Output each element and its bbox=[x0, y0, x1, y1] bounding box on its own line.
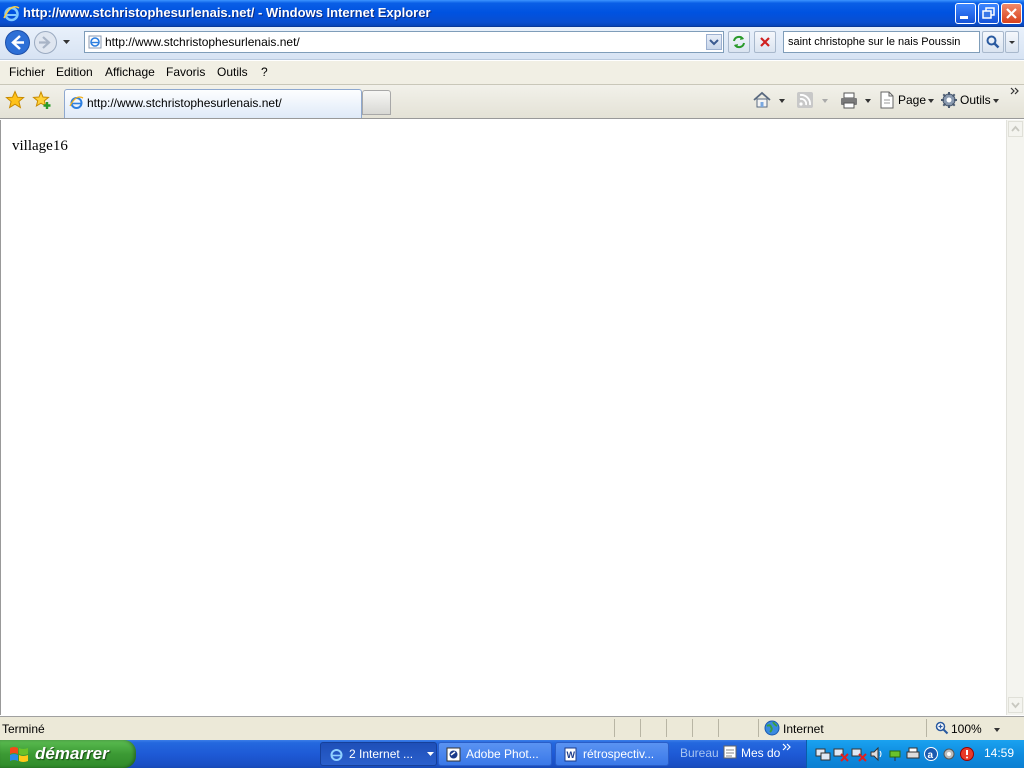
favorites-center-star-icon[interactable] bbox=[5, 90, 25, 110]
add-favorite-icon[interactable] bbox=[32, 90, 52, 110]
network-disconnected-icon[interactable] bbox=[851, 746, 867, 762]
new-tab-button[interactable] bbox=[362, 90, 391, 115]
address-url[interactable]: http://www.stchristophesurlenais.net/ bbox=[105, 35, 300, 49]
forward-button[interactable] bbox=[33, 30, 58, 55]
restore-button[interactable] bbox=[978, 3, 999, 24]
menu-edit[interactable]: Edition bbox=[56, 65, 93, 79]
status-divider bbox=[640, 719, 641, 737]
more-chevron-icon[interactable] bbox=[1010, 86, 1020, 96]
toolbar-overflow-chevron-icon[interactable] bbox=[782, 743, 792, 751]
tab-ie-icon bbox=[69, 95, 84, 110]
taskbar-button-label: 2 Internet ... bbox=[349, 747, 414, 761]
internet-zone-globe-icon bbox=[764, 720, 780, 736]
taskbar-button-label: Adobe Phot... bbox=[466, 747, 539, 761]
page-menu-label[interactable]: Page bbox=[898, 93, 926, 107]
network-disconnected-icon[interactable] bbox=[833, 746, 849, 762]
svg-text:a: a bbox=[928, 750, 934, 761]
home-dropdown-icon[interactable] bbox=[778, 98, 786, 104]
status-divider bbox=[758, 719, 759, 737]
zone-label: Internet bbox=[783, 722, 824, 736]
print-dropdown-icon[interactable] bbox=[864, 98, 872, 104]
tools-gear-icon[interactable] bbox=[940, 91, 958, 109]
word-document-icon: W bbox=[563, 747, 578, 762]
title-bar[interactable]: http://www.stchristophesurlenais.net/ - … bbox=[0, 0, 1024, 27]
vertical-scrollbar[interactable] bbox=[1006, 120, 1024, 715]
taskbar-button-internet-explorer[interactable]: 2 Internet ... bbox=[320, 742, 437, 766]
alert-tray-icon[interactable] bbox=[959, 746, 975, 762]
print-icon[interactable] bbox=[839, 90, 859, 110]
close-button[interactable] bbox=[1001, 3, 1022, 24]
address-bar[interactable]: http://www.stchristophesurlenais.net/ bbox=[84, 31, 724, 53]
zoom-level[interactable]: 100% bbox=[951, 722, 982, 736]
page-icon bbox=[88, 35, 102, 49]
safely-remove-hardware-icon[interactable] bbox=[887, 746, 903, 762]
page-dropdown-icon[interactable] bbox=[927, 98, 935, 104]
menu-tools[interactable]: Outils bbox=[217, 65, 248, 79]
scroll-up-button[interactable] bbox=[1008, 121, 1023, 137]
status-divider bbox=[614, 719, 615, 737]
status-divider bbox=[926, 719, 927, 737]
start-button[interactable]: démarrer bbox=[0, 740, 136, 768]
search-query[interactable]: saint christophe sur le nais Poussin bbox=[788, 36, 960, 48]
tab-active[interactable]: http://www.stchristophesurlenais.net/ bbox=[64, 89, 362, 118]
svg-text:W: W bbox=[567, 750, 576, 760]
page-menu-icon[interactable] bbox=[878, 90, 896, 110]
my-documents-link[interactable]: Mes do bbox=[741, 746, 780, 760]
taskbar-button-word-document[interactable]: W rétrospectiv... bbox=[555, 742, 669, 766]
photoshop-icon bbox=[446, 747, 461, 762]
menu-view[interactable]: Affichage bbox=[105, 65, 155, 79]
scroll-down-button[interactable] bbox=[1008, 697, 1023, 713]
zoom-dropdown-icon[interactable] bbox=[993, 727, 1001, 733]
my-documents-icon bbox=[722, 744, 738, 760]
minimize-button[interactable] bbox=[955, 3, 976, 24]
page-content bbox=[0, 120, 1006, 715]
status-divider bbox=[692, 719, 693, 737]
stop-button[interactable] bbox=[754, 31, 776, 53]
menu-bar: Fichier Edition Affichage Favoris Outils… bbox=[0, 61, 1024, 85]
status-text: Terminé bbox=[2, 722, 45, 736]
clock: 14:59 bbox=[984, 746, 1015, 760]
window-title: http://www.stchristophesurlenais.net/ - … bbox=[23, 5, 431, 20]
refresh-button[interactable] bbox=[728, 31, 750, 53]
taskbar-button-adobe-photoshop[interactable]: Adobe Phot... bbox=[438, 742, 552, 766]
ie-icon bbox=[329, 747, 344, 762]
status-divider bbox=[718, 719, 719, 737]
settings-tray-icon[interactable] bbox=[941, 746, 957, 762]
menu-file[interactable]: Fichier bbox=[9, 65, 45, 79]
network-icon[interactable] bbox=[815, 746, 831, 762]
recent-pages-chevron-icon[interactable] bbox=[62, 38, 71, 46]
antivirus-icon[interactable]: a bbox=[923, 746, 939, 762]
search-button[interactable] bbox=[982, 31, 1004, 53]
ie-logo-icon bbox=[3, 5, 20, 22]
feeds-icon[interactable] bbox=[796, 91, 814, 109]
zoom-magnifier-icon[interactable] bbox=[935, 721, 949, 735]
taskbar-button-label: rétrospectiv... bbox=[583, 747, 655, 761]
feeds-dropdown-icon[interactable] bbox=[821, 98, 829, 104]
group-dropdown-icon[interactable] bbox=[427, 752, 434, 757]
tools-menu-label[interactable]: Outils bbox=[960, 93, 991, 107]
menu-favorites[interactable]: Favoris bbox=[166, 65, 205, 79]
menu-help[interactable]: ? bbox=[261, 65, 268, 79]
desktop-toolbar-label[interactable]: Bureau bbox=[680, 746, 719, 760]
tab-label: http://www.stchristophesurlenais.net/ bbox=[87, 96, 282, 110]
status-bar: Terminé Internet 100% bbox=[0, 716, 1024, 740]
search-input[interactable]: saint christophe sur le nais Poussin bbox=[783, 31, 980, 53]
tools-dropdown-icon[interactable] bbox=[992, 98, 1000, 104]
address-dropdown-button[interactable] bbox=[706, 34, 722, 50]
back-button[interactable] bbox=[4, 29, 31, 56]
search-options-chevron-icon[interactable] bbox=[1005, 31, 1019, 53]
home-icon[interactable] bbox=[752, 90, 772, 110]
volume-icon[interactable] bbox=[869, 746, 885, 762]
content-text: village16 bbox=[12, 138, 68, 154]
status-divider bbox=[666, 719, 667, 737]
windows-flag-icon bbox=[9, 745, 29, 764]
start-label: démarrer bbox=[35, 744, 109, 763]
printer-tray-icon[interactable] bbox=[905, 746, 921, 762]
